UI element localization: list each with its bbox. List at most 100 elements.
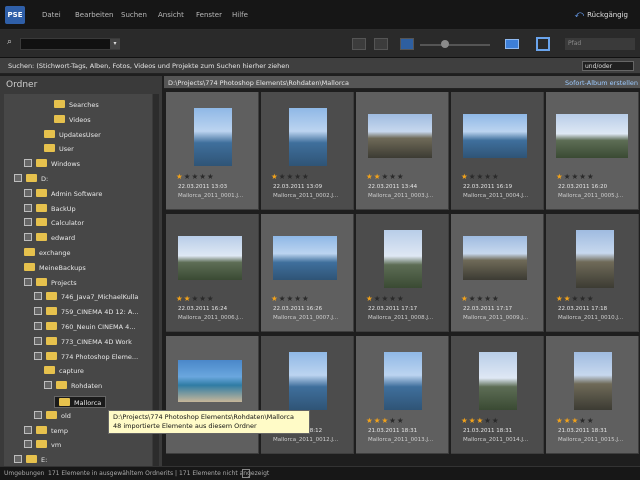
folder-tree-item[interactable]: old bbox=[34, 410, 71, 423]
photo-thumbnail[interactable]: ★★★★★ 22.03.2011 16:19 Mallorca_2011_0004.… bbox=[451, 92, 544, 210]
folder-tree-item[interactable]: Calculator bbox=[24, 218, 84, 230]
photo-thumbnail[interactable]: ★★★★★ 21.03.2011 18:31 Mallorca_2011_0014.… bbox=[451, 336, 544, 454]
rating-stars[interactable]: ★★★★★ bbox=[461, 294, 500, 303]
folder-tree-item[interactable]: 760_Neuin CINEMA 4... bbox=[34, 322, 136, 334]
folder-tree-item[interactable]: Mallorca bbox=[54, 396, 107, 408]
tooltip-path: D:\Projects\774 Photoshop Elements\Rohda… bbox=[113, 413, 294, 421]
photo-image bbox=[384, 230, 422, 288]
rating-stars[interactable]: ★★★★★ bbox=[461, 416, 500, 425]
expand-toggle-icon[interactable] bbox=[34, 307, 42, 316]
folder-tree-item[interactable]: capture bbox=[44, 366, 84, 378]
folder-tree-item[interactable]: BackUp bbox=[24, 203, 76, 216]
menu-bearbeiten[interactable]: Bearbeiten bbox=[75, 11, 113, 19]
grid-view-icon[interactable] bbox=[400, 38, 414, 50]
photo-thumbnail[interactable]: ★★★★★ bbox=[166, 336, 259, 454]
rating-stars[interactable]: ★★★★★ bbox=[176, 172, 215, 181]
folder-label: Calculator bbox=[51, 219, 85, 228]
expand-toggle-icon[interactable] bbox=[34, 410, 42, 419]
photo-thumbnail[interactable]: ★★★★★ 22.03.2011 16:20 Mallorca_2011_0005.… bbox=[546, 92, 639, 210]
search-dropdown[interactable]: ▾ bbox=[110, 39, 120, 49]
folder-tree-item[interactable]: E: bbox=[14, 455, 47, 466]
expand-toggle-icon[interactable] bbox=[34, 292, 42, 301]
photo-thumbnail[interactable]: ★★★★★ 22.03.2011 17:17 Mallorca_2011_0009.… bbox=[451, 214, 544, 332]
search-icon: ⌕ bbox=[7, 37, 13, 47]
folder-tree-item[interactable]: 746_Java7_MichaelKulla bbox=[34, 292, 138, 304]
and-or-dropdown[interactable]: und/oder bbox=[582, 61, 634, 71]
photo-date: 21.03.2011 18:31 bbox=[463, 428, 513, 434]
photo-thumbnail[interactable]: ★★★★★ 22.03.2011 16:24 Mallorca_2011_0006.… bbox=[166, 214, 259, 332]
expand-toggle-icon[interactable] bbox=[24, 159, 32, 168]
folder-tree-item[interactable]: Projects bbox=[24, 277, 77, 290]
fullscreen-icon[interactable] bbox=[536, 37, 550, 51]
menu-datei[interactable]: Datei bbox=[42, 11, 61, 19]
folder-tree-item[interactable]: D: bbox=[14, 174, 48, 186]
folder-tree-item[interactable]: edward bbox=[24, 233, 75, 245]
folder-label: BackUp bbox=[51, 204, 76, 213]
folder-tree-item[interactable]: Rohdaten bbox=[44, 381, 102, 393]
single-view-icon[interactable] bbox=[505, 39, 519, 49]
rating-stars[interactable]: ★★★★★ bbox=[366, 294, 405, 303]
folder-label: Searches bbox=[69, 101, 99, 109]
place-input[interactable]: Pfad bbox=[565, 38, 635, 50]
photo-thumbnail[interactable]: ★★★★★ 22.03.2011 13:44 Mallorca_2011_0003.… bbox=[356, 92, 449, 210]
menu-hilfe[interactable]: Hilfe bbox=[232, 11, 248, 19]
rating-stars[interactable]: ★★★★★ bbox=[176, 294, 215, 303]
rating-stars[interactable]: ★★★★★ bbox=[366, 172, 405, 181]
menu-fenster[interactable]: Fenster bbox=[196, 11, 222, 19]
folder-label: temp bbox=[51, 426, 69, 435]
folder-tree-item[interactable]: Videos bbox=[54, 114, 91, 127]
folder-tree-item[interactable]: UpdatesUser bbox=[44, 129, 101, 142]
rating-stars[interactable]: ★★★★★ bbox=[271, 172, 310, 181]
expand-toggle-icon[interactable] bbox=[34, 322, 42, 330]
photo-thumbnail[interactable]: ★★★★★ 22.03.2011 13:03 Mallorca_2011_0001.… bbox=[166, 92, 259, 210]
expand-toggle-icon[interactable] bbox=[24, 440, 32, 449]
expand-toggle-icon[interactable] bbox=[44, 381, 52, 390]
instant-album-link[interactable]: Sofort-Album erstellen bbox=[565, 79, 638, 87]
folder-tree-item[interactable]: MeineBackups bbox=[24, 262, 86, 275]
slider-knob[interactable] bbox=[441, 40, 449, 48]
photo-thumbnail[interactable]: ★★★★★ 21.03.2011 18:31 Mallorca_2011_0013.… bbox=[356, 336, 449, 454]
photo-thumbnail[interactable]: ★★★★★ 22.03.2011 17:17 Mallorca_2011_0008.… bbox=[356, 214, 449, 332]
menu-ansicht[interactable]: Ansicht bbox=[158, 11, 184, 19]
menu-suchen[interactable]: Suchen bbox=[121, 11, 147, 19]
folder-label: Projects bbox=[51, 278, 77, 287]
rating-stars[interactable]: ★★★★★ bbox=[366, 416, 405, 425]
folder-tree-item[interactable]: User bbox=[44, 144, 74, 156]
photo-thumbnail[interactable]: ★★★★★21.03.2011 18:12Mallorca_2011_0012.… bbox=[261, 336, 354, 454]
rating-stars[interactable]: ★★★★★ bbox=[271, 294, 310, 303]
search-input[interactable] bbox=[20, 38, 120, 50]
folder-tree-item[interactable]: Windows bbox=[24, 159, 80, 171]
photo-date: 22.03.2011 13:09 bbox=[273, 184, 323, 190]
photo-thumbnail[interactable]: ★★★★★ 22.03.2011 16:26 Mallorca_2011_0007.… bbox=[261, 214, 354, 332]
expand-toggle-icon[interactable] bbox=[24, 218, 32, 227]
expand-toggle-icon[interactable] bbox=[24, 233, 32, 242]
folder-tree-item[interactable]: 759_CINEMA 4D 12: A... bbox=[34, 307, 138, 319]
folder-tree-item[interactable]: 774 Photoshop Eleme... bbox=[34, 351, 138, 364]
photo-thumbnail[interactable]: ★★★★★ 22.03.2011 13:09 Mallorca_2011_0002.… bbox=[261, 92, 354, 210]
folder-tree-item[interactable]: vm bbox=[24, 440, 61, 452]
undo-button[interactable]: ⤺ Rückgängig bbox=[574, 10, 628, 20]
expand-toggle-icon[interactable] bbox=[24, 203, 32, 212]
expand-toggle-icon[interactable] bbox=[34, 336, 42, 345]
expand-toggle-icon[interactable] bbox=[24, 425, 32, 434]
folder-tree-item[interactable]: Searches bbox=[54, 100, 99, 112]
photo-thumbnail[interactable]: ★★★★★ 22.03.2011 17:18 Mallorca_2011_0010.… bbox=[546, 214, 639, 332]
expand-toggle-icon[interactable] bbox=[14, 174, 22, 182]
rotate-right-icon[interactable] bbox=[374, 38, 388, 50]
status-trash-icon[interactable] bbox=[242, 469, 250, 478]
expand-toggle-icon[interactable] bbox=[14, 455, 22, 464]
expand-toggle-icon[interactable] bbox=[34, 351, 42, 360]
expand-toggle-icon[interactable] bbox=[24, 277, 32, 286]
rating-stars[interactable]: ★★★★★ bbox=[461, 172, 500, 181]
rating-stars[interactable]: ★★★★★ bbox=[556, 172, 595, 181]
rotate-left-icon[interactable] bbox=[352, 38, 366, 50]
photo-thumbnail[interactable]: ★★★★★ 21.03.2011 18:31 Mallorca_2011_0015.… bbox=[546, 336, 639, 454]
rating-stars[interactable]: ★★★★★ bbox=[556, 416, 595, 425]
folder-tree-item[interactable]: Admin Software bbox=[24, 188, 102, 201]
folder-tree-item[interactable]: 773_CINEMA 4D Work bbox=[34, 336, 132, 349]
folder-tree-item[interactable]: exchange bbox=[24, 248, 71, 260]
expand-toggle-icon[interactable] bbox=[24, 188, 32, 197]
thumbnail-size-slider[interactable] bbox=[420, 44, 490, 46]
rating-stars[interactable]: ★★★★★ bbox=[556, 294, 595, 303]
folder-tree-item[interactable]: temp bbox=[24, 425, 69, 438]
